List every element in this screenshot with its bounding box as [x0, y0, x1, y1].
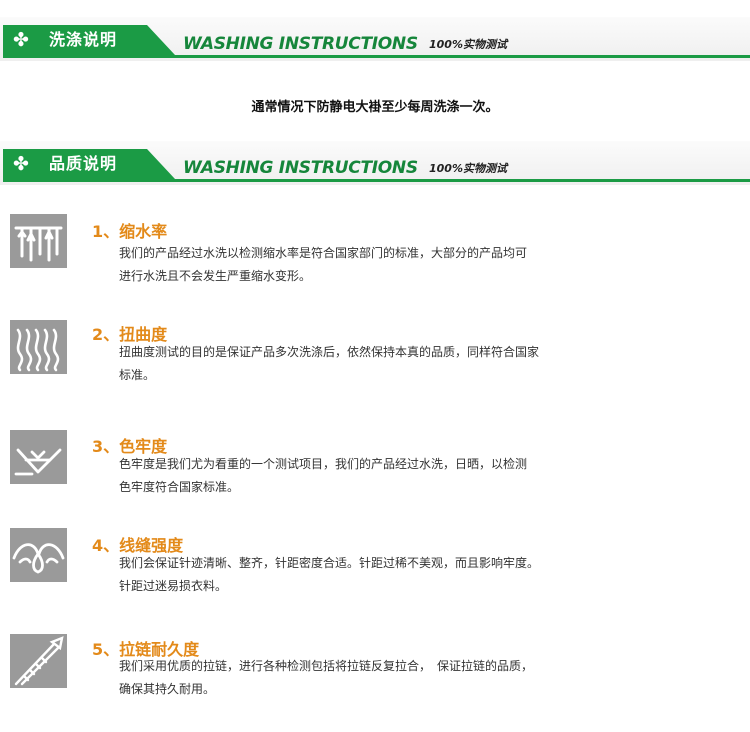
- zipper-icon: [10, 634, 67, 688]
- section-title-en: WASHING INSTRUCTIONS: [183, 34, 418, 54]
- section-divider: [3, 179, 750, 182]
- clover-icon: ✤: [13, 153, 29, 175]
- seam-strength-icon: [10, 528, 67, 582]
- item-description: 色牢度是我们尤为看重的一个测试项目，我们的产品经过水洗，日晒，以检测 色牢度符合…: [119, 453, 619, 499]
- section-tab: ✤ 洗涤说明: [3, 25, 175, 55]
- item-description: 我们采用优质的拉链，进行各种检测包括将拉链反复拉合， 保证拉链的品质， 确保其持…: [119, 655, 619, 701]
- desc-line: 我们的产品经过水洗以检测缩水率是符合国家部门的标准，大部分的产品均可: [119, 246, 528, 260]
- desc-line: 确保其持久耐用。: [119, 682, 216, 696]
- clover-icon: ✤: [13, 29, 29, 51]
- quality-section-header: ✤ 品质说明 WASHING INSTRUCTIONS 100%实物测试: [0, 141, 750, 185]
- section-divider: [3, 55, 750, 58]
- desc-line: 我们采用优质的拉链，进行各种检测包括将拉链反复拉合， 保证拉链的品质，: [119, 659, 534, 673]
- desc-line: 标准。: [119, 368, 156, 382]
- color-fastness-icon: [10, 430, 67, 484]
- section-subtitle: 100%实物测试: [429, 38, 507, 51]
- section-title-en: WASHING INSTRUCTIONS: [183, 158, 418, 178]
- desc-line: 色牢度是我们尤为看重的一个测试项目，我们的产品经过水洗，日晒，以检测: [119, 457, 528, 471]
- shrinkage-icon: [10, 214, 67, 268]
- desc-line: 色牢度符合国家标准。: [119, 480, 240, 494]
- section-subtitle: 100%实物测试: [429, 162, 507, 175]
- desc-line: 针距过迷易损衣料。: [119, 579, 228, 593]
- section-tab: ✤ 品质说明: [3, 149, 175, 179]
- item-description: 我们会保证针迹清晰、整齐，针距密度合适。针距过稀不美观，而且影响牢度。 针距过迷…: [119, 552, 619, 598]
- item-description: 我们的产品经过水洗以检测缩水率是符合国家部门的标准，大部分的产品均可 进行水洗且…: [119, 242, 619, 288]
- section-title-zh: 洗涤说明: [49, 30, 118, 49]
- item-description: 扭曲度测试的目的是保证产品多次洗涤后，依然保持本真的品质，同样符合国家 标准。: [119, 341, 619, 387]
- desc-line: 扭曲度测试的目的是保证产品多次洗涤后，依然保持本真的品质，同样符合国家: [119, 345, 540, 359]
- desc-line: 进行水洗且不会发生严重缩水变形。: [119, 269, 312, 283]
- washing-notice: 通常情况下防静电大褂至少每周洗涤一次。: [251, 100, 499, 115]
- desc-line: 我们会保证针迹清晰、整齐，针距密度合适。针距过稀不美观，而且影响牢度。: [119, 556, 540, 570]
- twist-icon: [10, 320, 67, 374]
- section-title-zh: 品质说明: [49, 154, 118, 173]
- washing-section-header: ✤ 洗涤说明 WASHING INSTRUCTIONS 100%实物测试: [0, 17, 750, 61]
- item-title: 1、缩水率: [92, 222, 168, 241]
